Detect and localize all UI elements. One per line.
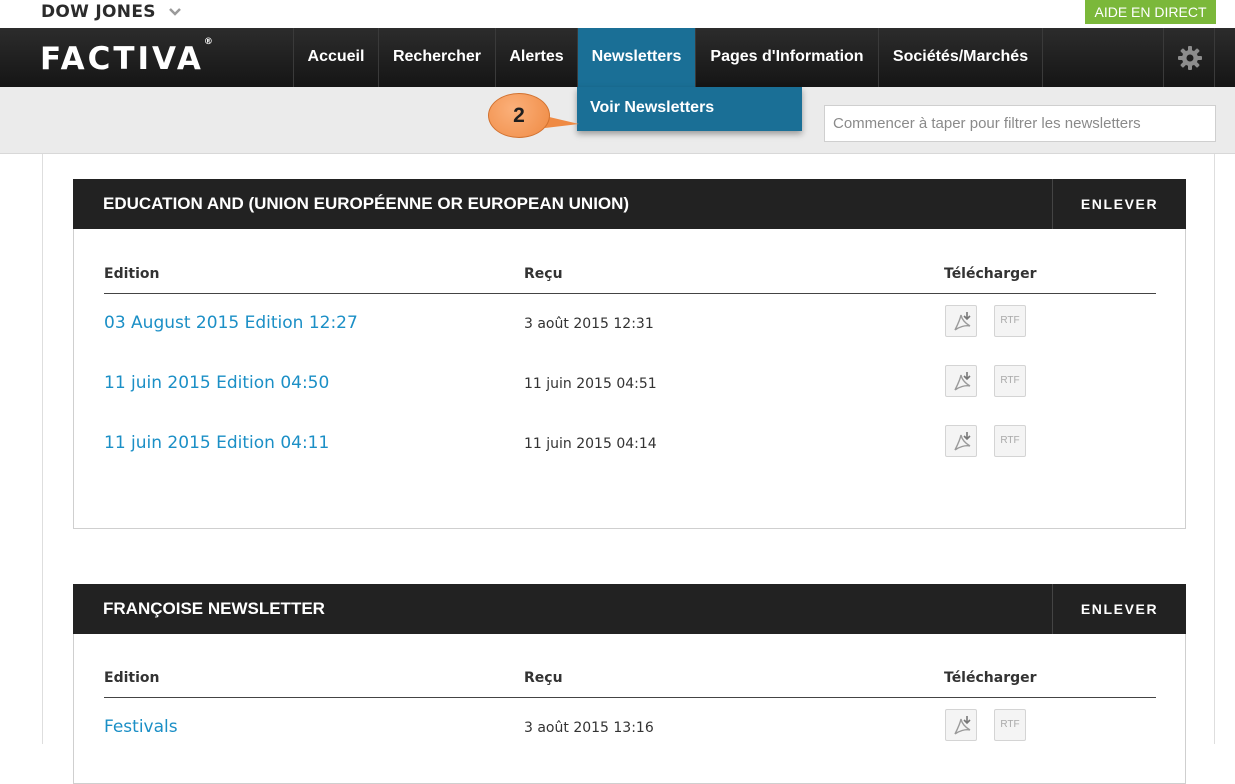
received-date: 11 juin 2015 04:51 [524, 376, 657, 392]
pdf-download-button[interactable] [945, 425, 977, 457]
pdf-download-icon [954, 716, 971, 735]
voir-newsletters-label: Voir Newsletters [590, 99, 715, 116]
edition-link[interactable]: 11 juin 2015 Edition 04:11 [104, 433, 329, 453]
step-callout: 2 [488, 93, 550, 138]
col-edition: Edition [104, 266, 160, 282]
gear-icon [1178, 46, 1202, 70]
edition-link[interactable]: Festivals [104, 717, 178, 737]
rtf-download-button[interactable]: RTF [994, 709, 1026, 741]
received-date: 3 août 2015 12:31 [524, 316, 654, 332]
table-row: Festivals 3 août 2015 13:16 RTF [74, 697, 1187, 757]
nav-pages-information[interactable]: Pages d'Information [695, 28, 878, 87]
nav-accueil[interactable]: Accueil [293, 28, 378, 87]
live-help-button[interactable]: AIDE EN DIRECT [1085, 0, 1216, 24]
col-received: Reçu [524, 266, 563, 282]
nav-alertes[interactable]: Alertes [495, 28, 577, 87]
newsletter-header: EDUCATION AND (UNION EUROPÉENNE OR EUROP… [73, 179, 1186, 229]
pdf-download-button[interactable] [945, 709, 977, 741]
factiva-logo[interactable]: FACTIVA® [40, 37, 213, 77]
top-strip: DOW JONES AIDE EN DIRECT [0, 0, 1235, 28]
rtf-label: RTF [1000, 719, 1020, 730]
pdf-download-icon [954, 312, 971, 331]
pdf-download-icon [954, 372, 971, 391]
rtf-download-button[interactable]: RTF [994, 365, 1026, 397]
main-nav: FACTIVA® Accueil Rechercher Alertes News… [0, 28, 1235, 87]
newsletter-filter-input[interactable] [824, 105, 1216, 142]
newsletter-panel: FRANÇOISE NEWSLETTER ENLEVER Edition Reç… [73, 584, 1186, 784]
pdf-download-button[interactable] [945, 305, 977, 337]
table-row: 03 August 2015 Edition 12:27 3 août 2015… [74, 293, 1187, 353]
pdf-download-icon [954, 432, 971, 451]
rtf-label: RTF [1000, 375, 1020, 386]
newsletter-header: FRANÇOISE NEWSLETTER ENLEVER [73, 584, 1186, 634]
edition-link[interactable]: 03 August 2015 Edition 12:27 [104, 313, 358, 333]
callout-pointer [545, 116, 579, 128]
nav-societes-marches[interactable]: Sociétés/Marchés [878, 28, 1043, 87]
settings-button[interactable] [1163, 28, 1215, 87]
nav-rechercher[interactable]: Rechercher [378, 28, 495, 87]
rtf-label: RTF [1000, 435, 1020, 446]
received-date: 11 juin 2015 04:14 [524, 436, 657, 452]
remove-button[interactable]: ENLEVER [1052, 584, 1186, 634]
pdf-download-button[interactable] [945, 365, 977, 397]
newsletters-dropdown-item[interactable]: Voir Newsletters [577, 87, 802, 131]
table-row: 11 juin 2015 Edition 04:50 11 juin 2015 … [74, 353, 1187, 413]
newsletter-title: EDUCATION AND (UNION EUROPÉENNE OR EUROP… [103, 194, 630, 213]
newsletter-title: FRANÇOISE NEWSLETTER [103, 599, 325, 618]
received-date: 3 août 2015 13:16 [524, 720, 654, 736]
newsletters-list: EDUCATION AND (UNION EUROPÉENNE OR EUROP… [42, 154, 1215, 784]
dow-jones-brand[interactable]: DOW JONES [41, 2, 156, 22]
rtf-download-button[interactable]: RTF [994, 305, 1026, 337]
nav-newsletters[interactable]: Newsletters [577, 28, 695, 87]
newsletter-panel: EDUCATION AND (UNION EUROPÉENNE OR EUROP… [73, 179, 1186, 529]
logo-text: FACTIVA [40, 41, 204, 77]
col-download: Télécharger [944, 670, 1037, 686]
remove-button[interactable]: ENLEVER [1052, 179, 1186, 229]
chevron-down-icon[interactable] [168, 6, 182, 18]
registered-mark: ® [203, 36, 213, 47]
col-download: Télécharger [944, 266, 1037, 282]
table-row: 11 juin 2015 Edition 04:11 11 juin 2015 … [74, 413, 1187, 473]
col-edition: Edition [104, 670, 160, 686]
col-received: Reçu [524, 670, 563, 686]
edition-link[interactable]: 11 juin 2015 Edition 04:50 [104, 373, 329, 393]
rtf-label: RTF [1000, 315, 1020, 326]
rtf-download-button[interactable]: RTF [994, 425, 1026, 457]
